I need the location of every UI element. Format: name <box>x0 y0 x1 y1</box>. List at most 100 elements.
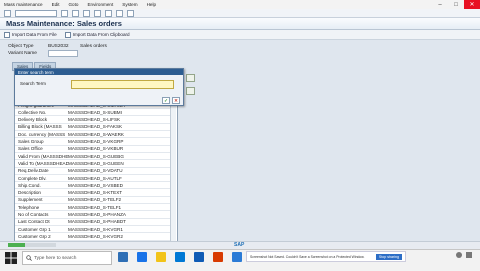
page-title: Mass Maintenance: Sales orders <box>6 19 122 28</box>
field-name: MASSSDHEAD_S-GUEEN <box>68 160 124 166</box>
table-row[interactable]: Doc. currency (MASSS MASSSDHEAD_S-WAERK <box>15 131 175 139</box>
sales-orders-label: Sales orders <box>80 44 107 49</box>
variant-name-label: Variant Name <box>8 51 37 56</box>
field-description: Ship.Cond. <box>18 182 41 188</box>
menu-system[interactable]: System <box>122 2 137 7</box>
table-row[interactable]: Billing Block (MASSS MASSSDHEAD_S-FAKSK <box>15 124 175 132</box>
field-name: MASSSDHEAD_S-TELF1 <box>68 204 122 210</box>
field-description: Sales Office <box>18 146 43 152</box>
select-all-icon[interactable] <box>186 74 195 82</box>
sap-logon-icon[interactable] <box>232 252 242 262</box>
import-file-label: Import Data From File <box>12 32 57 37</box>
system-toolbar <box>0 9 480 18</box>
field-description: Supplement <box>18 197 43 203</box>
menu-help[interactable]: Help <box>147 2 156 7</box>
maximize-icon[interactable]: □ <box>448 0 464 9</box>
import-file-button[interactable]: Import Data From File <box>4 31 57 38</box>
field-description: No of Contacts <box>18 212 49 218</box>
field-description: Billing Block (MASSS <box>18 124 62 130</box>
dialog-title: Enter search term <box>15 69 183 75</box>
deselect-all-icon[interactable] <box>186 87 195 95</box>
field-name: MASSSDHEAD_S-KTEXT <box>68 190 123 196</box>
menu-environment[interactable]: Environment <box>87 2 113 7</box>
field-name: MASSSDHEAD_S-WAERK <box>68 131 124 137</box>
field-name: MASSSDHEAD_S-AUTLF <box>68 175 122 181</box>
windows-start-icon[interactable] <box>5 252 17 264</box>
search-dialog: Enter search term Search Term ✓ ✕ <box>14 68 184 106</box>
menu-goto[interactable]: Goto <box>68 2 78 7</box>
progress-bar <box>8 243 56 247</box>
table-row[interactable]: Customer Grp 1 MASSSDHEAD_S-KVGR1 <box>15 226 175 234</box>
volume-icon[interactable] <box>466 252 472 258</box>
field-name: MASSSDHEAD_S-VSBED <box>68 182 123 188</box>
clipboard-icon <box>64 31 71 38</box>
mail-icon[interactable] <box>194 252 204 262</box>
table-row[interactable]: Sales Group MASSSDHEAD_S-VKGRP <box>15 139 175 146</box>
field-description: Customer Grp 1 <box>18 226 51 232</box>
field-description: Description <box>18 190 41 196</box>
variant-name-input[interactable] <box>48 50 78 57</box>
stop-sharing-button[interactable]: Stop sharing <box>375 253 402 260</box>
table-row[interactable]: Complete Dlv. MASSSDHEAD_S-AUTLF <box>15 175 175 183</box>
file-explorer-icon[interactable] <box>156 252 166 262</box>
table-row[interactable]: Delivery Block MASSSDHEAD_S-LIFSK <box>15 117 175 124</box>
table-row[interactable]: Customer Grp 2 MASSSDHEAD_S-KVGR2 <box>15 233 175 241</box>
import-clipboard-button[interactable]: Import Data From Clipboard <box>64 31 130 38</box>
search-placeholder: Type here to search <box>34 255 77 261</box>
field-name: MASSSDHEAD_S-VKGRP <box>68 139 124 145</box>
enter-icon[interactable] <box>4 9 11 17</box>
back-icon[interactable] <box>72 9 79 17</box>
close-icon[interactable]: ✕ <box>464 0 480 9</box>
menu-edit[interactable]: Edit <box>52 2 60 7</box>
command-field-icon[interactable] <box>15 9 57 17</box>
table-row[interactable]: Valid From (MASSSDHE MASSSDHEAD_S-GUEBG <box>15 153 175 161</box>
store-icon[interactable] <box>175 252 185 262</box>
field-description: Valid To (MASSSDHEAD <box>18 160 68 166</box>
table-row[interactable]: Req.Deliv.Date MASSSDHEAD_S-VDATU <box>15 168 175 175</box>
field-name: MASSSDHEAD_S-SUBMI <box>68 109 122 115</box>
network-icon[interactable] <box>456 252 462 258</box>
menu-bar: Mass maintenance Edit Goto Environment S… <box>0 0 156 9</box>
save-icon[interactable] <box>61 9 68 17</box>
taskbar-apps <box>118 252 261 262</box>
menu-mass-maintenance[interactable]: Mass maintenance <box>4 2 43 7</box>
help-icon[interactable] <box>127 9 134 17</box>
field-description: Req.Deliv.Date <box>18 168 49 174</box>
minimize-icon[interactable]: – <box>432 0 448 9</box>
taskbar-search-box[interactable]: Type here to search <box>22 251 112 265</box>
field-name: MASSSDHEAD_S-KVGR1 <box>68 226 123 232</box>
field-description: Valid From (MASSSDHE <box>18 153 68 159</box>
table-row[interactable]: Supplement MASSSDHEAD_S-TELF2 <box>15 197 175 205</box>
task-view-icon[interactable] <box>118 252 128 262</box>
field-name: MASSSDHEAD_S-PHANZA <box>68 212 126 218</box>
dialog-buttons: ✓ ✕ <box>162 97 180 104</box>
field-description: Collective No. <box>18 109 47 115</box>
edge-icon[interactable] <box>137 252 147 262</box>
object-type-label: Object Type <box>8 44 34 49</box>
table-row[interactable]: Last Contact Dt MASSSDHEAD_S-PHABDT <box>15 219 175 226</box>
find-icon[interactable] <box>116 9 123 17</box>
window-controls: – □ ✕ <box>432 0 480 9</box>
confirm-icon[interactable]: ✓ <box>162 97 170 104</box>
application-toolbar: Import Data From File Import Data From C… <box>0 30 480 40</box>
search-term-input[interactable] <box>71 80 174 89</box>
table-row[interactable]: Valid To (MASSSDHEAD MASSSDHEAD_S-GUEEN <box>15 160 175 168</box>
office-icon[interactable] <box>213 252 223 262</box>
field-name: MASSSDHEAD_S-VDATU <box>68 168 123 174</box>
field-name: MASSSDHEAD_S-LIFSK <box>68 117 121 123</box>
table-row[interactable]: Description MASSSDHEAD_S-KTEXT <box>15 190 175 197</box>
field-description: Sales Group <box>18 139 44 145</box>
field-name: MASSSDHEAD_S-TELF2 <box>68 197 122 203</box>
exit-icon[interactable] <box>83 9 90 17</box>
table-row[interactable]: Sales Office MASSSDHEAD_S-VKBUR <box>15 146 175 153</box>
cancel-icon[interactable]: ✕ <box>172 97 180 104</box>
field-description: Telephone <box>18 204 40 210</box>
table-row[interactable]: Collective No. MASSSDHEAD_S-SUBMI <box>15 109 175 117</box>
progress-fill <box>8 243 25 247</box>
table-row[interactable]: Telephone MASSSDHEAD_S-TELF1 <box>15 204 175 212</box>
cancel-icon[interactable] <box>94 9 101 17</box>
table-row[interactable]: No of Contacts MASSSDHEAD_S-PHANZA <box>15 212 175 219</box>
print-icon[interactable] <box>105 9 112 17</box>
table-row[interactable]: Ship.Cond. MASSSDHEAD_S-VSBED <box>15 182 175 190</box>
field-description: Complete Dlv. <box>18 175 47 181</box>
